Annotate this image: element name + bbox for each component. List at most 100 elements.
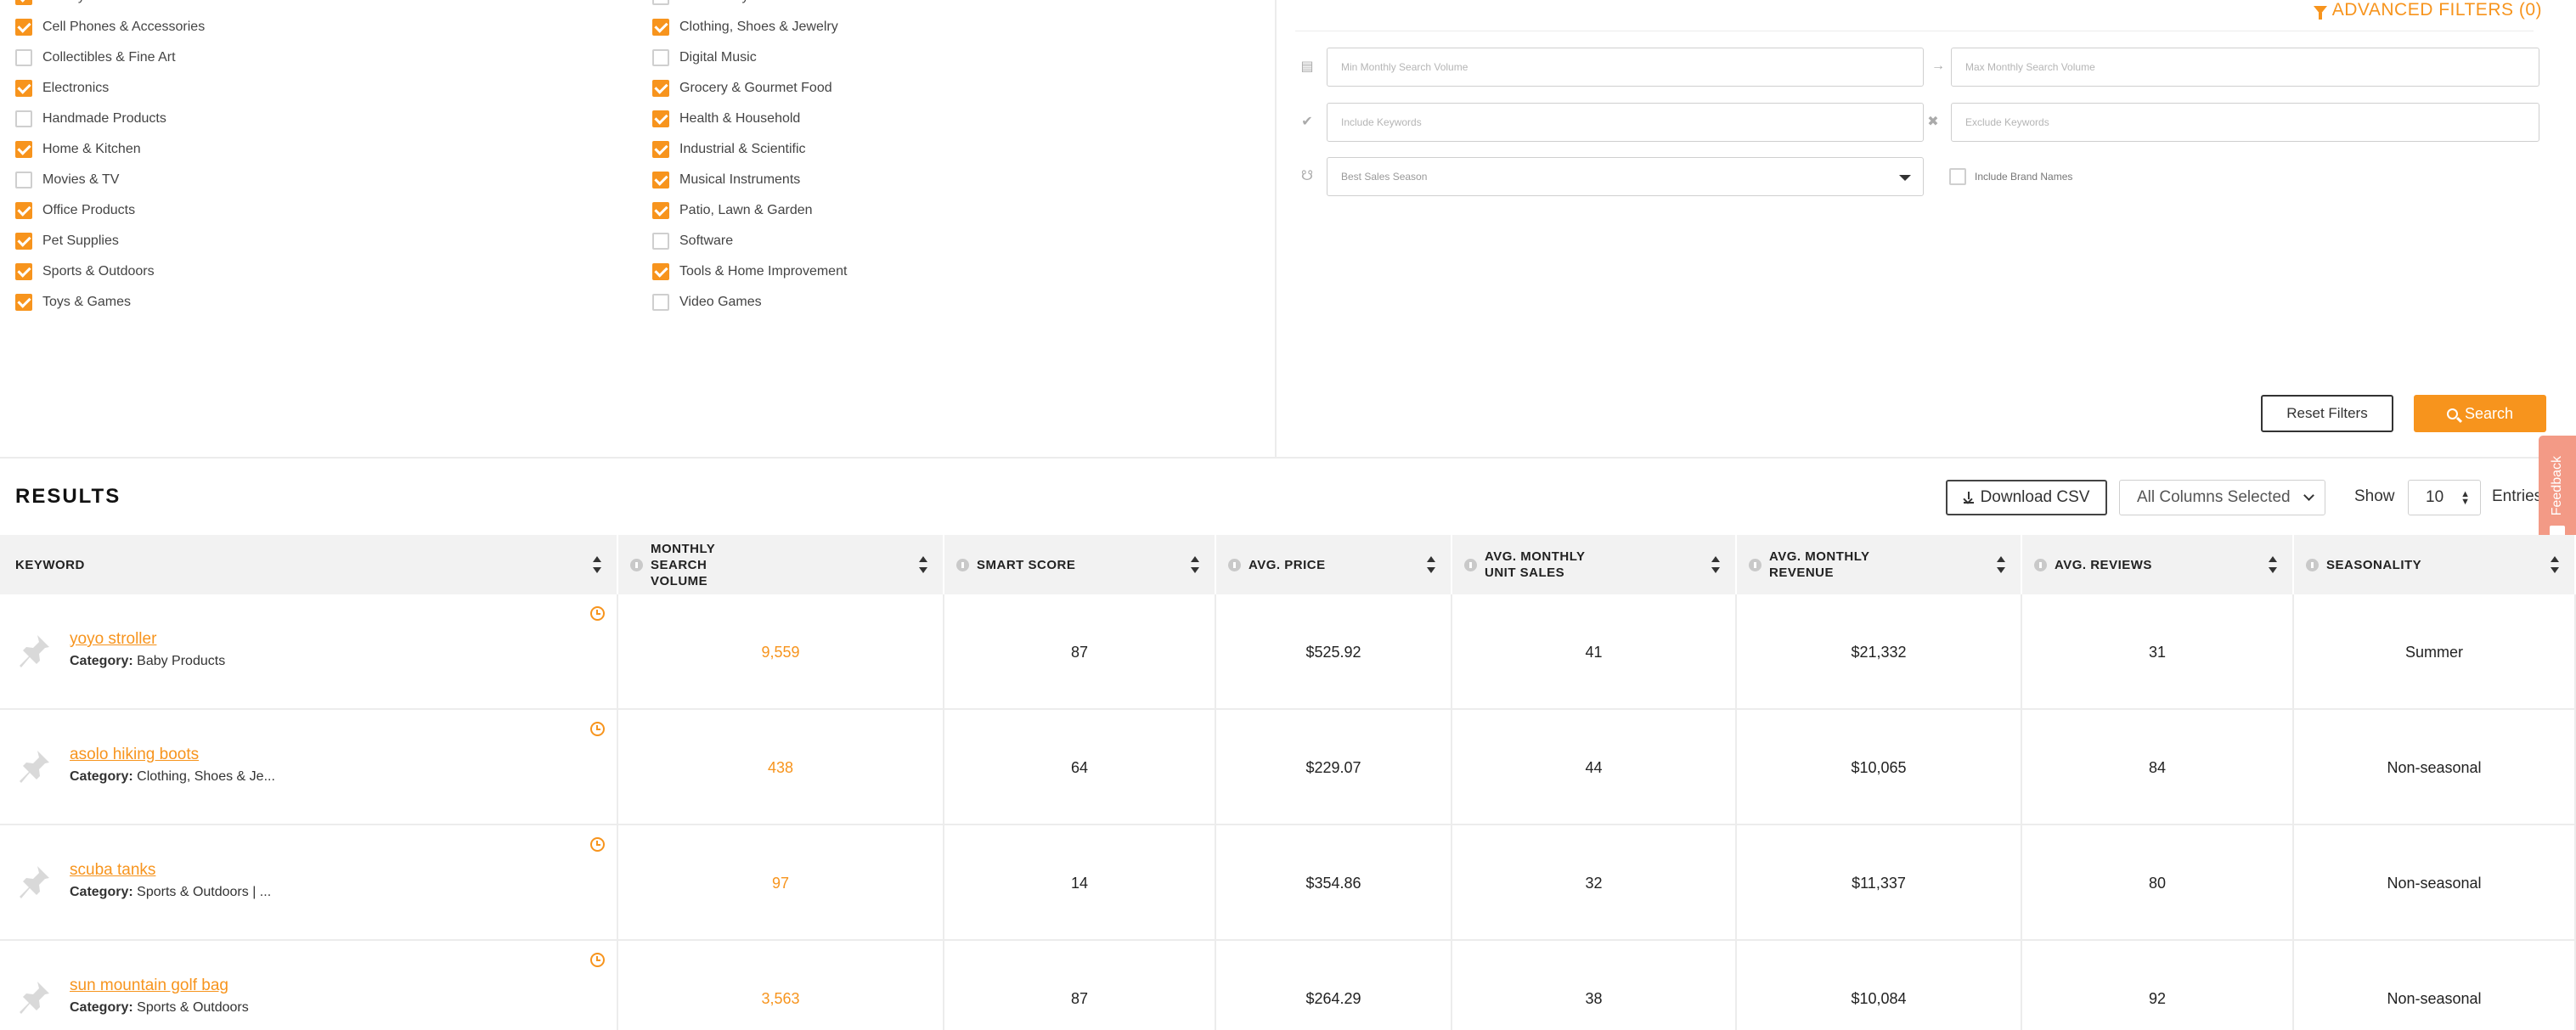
column-header-keyword[interactable]: KEYWORD xyxy=(0,535,618,594)
category-checkbox[interactable]: Tools & Home Improvement xyxy=(652,256,847,287)
category-checkbox[interactable]: Pet Supplies xyxy=(15,226,205,256)
category-checkbox[interactable]: Electronics xyxy=(15,73,205,104)
column-header-price[interactable]: AVG. PRICE xyxy=(1216,535,1452,594)
column-header-units[interactable]: AVG. MONTHLY UNIT SALES xyxy=(1452,535,1737,594)
category-checkbox[interactable]: Industrial & Scientific xyxy=(652,134,847,165)
history-icon[interactable] xyxy=(590,953,605,967)
info-icon[interactable] xyxy=(1464,558,1477,571)
keyword-text: scuba tanks Category: Sports & Outdoors |… xyxy=(70,861,271,900)
advanced-filters-title: ADVANCED FILTERS (0) xyxy=(2331,0,2542,20)
checkbox-checked[interactable] xyxy=(652,110,669,127)
column-header-smart[interactable]: SMART SCORE xyxy=(944,535,1216,594)
exclude-keywords-input[interactable] xyxy=(1951,103,2539,142)
checkbox-unchecked[interactable] xyxy=(652,0,669,5)
category-checkbox[interactable]: Grocery & Gourmet Food xyxy=(652,73,847,104)
checkbox-unchecked[interactable] xyxy=(15,49,32,66)
checkbox-checked[interactable] xyxy=(652,80,669,97)
category-checkbox[interactable]: Clothing, Shoes & Jewelry xyxy=(652,12,847,42)
category-checkbox[interactable]: Patio, Lawn & Garden xyxy=(652,195,847,226)
category-checkbox[interactable]: Video Games xyxy=(652,287,847,318)
column-header-reviews[interactable]: AVG. REVIEWS xyxy=(2022,535,2294,594)
checkbox-checked[interactable] xyxy=(15,0,32,5)
keyword-link[interactable]: yoyo stroller xyxy=(70,630,225,649)
checkbox-unchecked[interactable] xyxy=(652,294,669,311)
checkbox-checked[interactable] xyxy=(15,19,32,36)
category-checkbox[interactable]: Movies & TV xyxy=(15,165,205,195)
info-icon[interactable] xyxy=(956,558,969,571)
pin-icon[interactable] xyxy=(17,633,51,671)
category-label: Grocery & Gourmet Food xyxy=(679,81,832,95)
sort-icon[interactable] xyxy=(2551,556,2559,573)
checkbox-unchecked[interactable] xyxy=(15,172,32,189)
search-button[interactable]: Search xyxy=(2414,395,2546,432)
info-icon[interactable] xyxy=(630,558,643,571)
feedback-tab[interactable]: Feedback xyxy=(2539,436,2576,551)
checkbox-checked[interactable] xyxy=(652,19,669,36)
keyword-link[interactable]: asolo hiking boots xyxy=(70,746,275,764)
sort-icon[interactable] xyxy=(1191,556,1199,573)
column-header-label: AVG. MONTHLY REVENUE xyxy=(1769,549,1870,580)
category-checkbox[interactable]: Health & Household xyxy=(652,104,847,134)
entries-per-page-select[interactable]: 10 ▲ ▼ xyxy=(2408,480,2481,515)
category-checkbox[interactable]: Collectibles & Fine Art xyxy=(15,42,205,73)
column-header-revenue[interactable]: AVG. MONTHLY REVENUE xyxy=(1737,535,2022,594)
best-sales-season-select[interactable]: Best Sales Season xyxy=(1327,157,1924,196)
category-checkbox[interactable]: Home & Kitchen xyxy=(15,134,205,165)
pin-icon[interactable] xyxy=(17,749,51,786)
keyword-link[interactable]: scuba tanks xyxy=(70,861,271,880)
checkbox-unchecked[interactable] xyxy=(15,110,32,127)
checkbox-checked[interactable] xyxy=(652,141,669,158)
category-checkbox[interactable]: Beauty & Personal Care xyxy=(15,0,205,12)
keyword-link[interactable]: sun mountain golf bag xyxy=(70,977,249,995)
info-icon[interactable] xyxy=(1228,558,1241,571)
checkbox-box[interactable] xyxy=(1949,168,1966,185)
sort-icon[interactable] xyxy=(1427,556,1435,573)
min-search-volume-input[interactable] xyxy=(1327,48,1924,87)
sort-icon[interactable] xyxy=(919,556,927,573)
category-checkbox[interactable]: CDs & Vinyl xyxy=(652,0,847,12)
checkbox-checked[interactable] xyxy=(652,263,669,280)
column-header-season[interactable]: SEASONALITY xyxy=(2294,535,2576,594)
category-checkbox[interactable]: Software xyxy=(652,226,847,256)
checkbox-unchecked[interactable] xyxy=(652,49,669,66)
checkbox-checked[interactable] xyxy=(652,172,669,189)
checkbox-checked[interactable] xyxy=(15,202,32,219)
sort-icon[interactable] xyxy=(1711,556,1720,573)
checkbox-unchecked[interactable] xyxy=(652,233,669,250)
info-icon[interactable] xyxy=(1749,558,1761,571)
category-checkbox[interactable]: Digital Music xyxy=(652,42,847,73)
checkbox-checked[interactable] xyxy=(15,263,32,280)
checkbox-checked[interactable] xyxy=(652,202,669,219)
columns-select[interactable]: All Columns Selected xyxy=(2119,480,2325,515)
include-brand-names-checkbox[interactable]: Include Brand Names xyxy=(1949,168,2072,185)
sort-icon[interactable] xyxy=(593,556,601,573)
history-icon[interactable] xyxy=(590,722,605,736)
sort-icon[interactable] xyxy=(2269,556,2277,573)
pin-icon[interactable] xyxy=(17,980,51,1017)
info-icon[interactable] xyxy=(2306,558,2319,571)
funnel-icon xyxy=(2313,6,2327,20)
max-search-volume-input[interactable] xyxy=(1951,48,2539,87)
pin-icon[interactable] xyxy=(17,864,51,902)
category-checkbox[interactable]: Musical Instruments xyxy=(652,165,847,195)
history-icon[interactable] xyxy=(590,606,605,621)
units-cell: 41 xyxy=(1452,594,1737,710)
best-sales-season-value: Best Sales Season xyxy=(1341,171,1428,183)
checkbox-checked[interactable] xyxy=(15,80,32,97)
advanced-filters-toggle[interactable]: ADVANCED FILTERS (0) xyxy=(2313,0,2542,20)
checkbox-checked[interactable] xyxy=(15,141,32,158)
download-csv-button[interactable]: Download CSV xyxy=(1946,480,2107,515)
category-checkbox[interactable]: Handmade Products xyxy=(15,104,205,134)
history-icon[interactable] xyxy=(590,837,605,852)
category-checkbox[interactable]: Toys & Games xyxy=(15,287,205,318)
category-checkbox[interactable]: Office Products xyxy=(15,195,205,226)
include-keywords-input[interactable] xyxy=(1327,103,1924,142)
sort-icon[interactable] xyxy=(1997,556,2005,573)
info-icon[interactable] xyxy=(2034,558,2047,571)
column-header-volume[interactable]: MONTHLY SEARCH VOLUME xyxy=(618,535,944,594)
checkbox-checked[interactable] xyxy=(15,233,32,250)
category-checkbox[interactable]: Sports & Outdoors xyxy=(15,256,205,287)
category-checkbox[interactable]: Cell Phones & Accessories xyxy=(15,12,205,42)
reset-filters-button[interactable]: Reset Filters xyxy=(2261,395,2393,432)
checkbox-checked[interactable] xyxy=(15,294,32,311)
